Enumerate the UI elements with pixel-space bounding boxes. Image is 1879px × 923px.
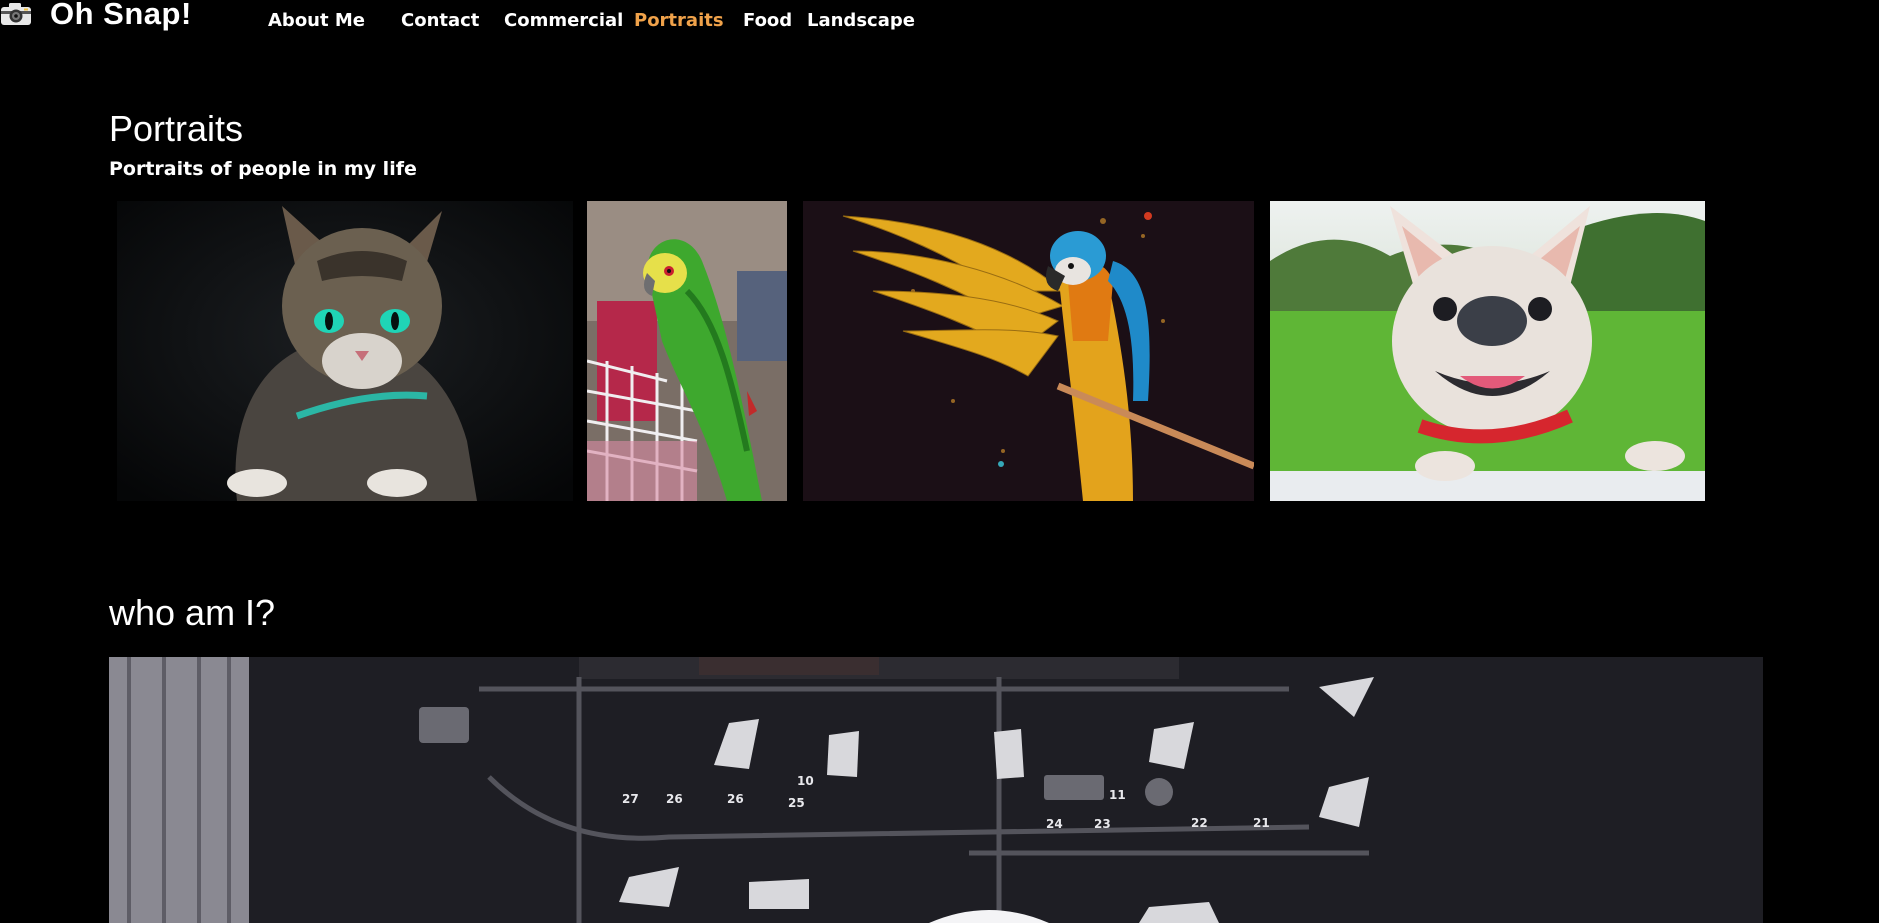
about-title: who am I?: [109, 592, 276, 633]
nav-landscape[interactable]: Landscape: [807, 10, 915, 31]
nav-food[interactable]: Food: [743, 10, 792, 31]
site-title[interactable]: Oh Snap!: [50, 0, 192, 32]
nav-portraits[interactable]: Portraits: [634, 10, 724, 31]
photo-cat[interactable]: [117, 201, 573, 501]
rig-label: 26: [727, 792, 744, 806]
rig-label: 27: [622, 792, 639, 806]
rig-label: 25: [788, 796, 805, 810]
camera-icon[interactable]: [0, 2, 32, 26]
rig-label: 24: [1046, 817, 1063, 831]
photo-green-parrot[interactable]: [587, 201, 787, 501]
rig-label: 26: [666, 792, 683, 806]
rig-label: 22: [1191, 816, 1208, 830]
nav-commercial[interactable]: Commercial: [504, 10, 623, 31]
rig-label: 10: [797, 774, 814, 788]
nav-contact[interactable]: Contact: [401, 10, 479, 31]
nav-about-me[interactable]: About Me: [268, 10, 365, 31]
photo-macaw[interactable]: [803, 201, 1254, 501]
section-subtitle: Portraits of people in my life: [109, 158, 417, 180]
section-title: Portraits: [109, 108, 244, 149]
rig-label: 11: [1109, 788, 1126, 802]
rig-label: 23: [1094, 817, 1111, 831]
photo-bulldog[interactable]: [1270, 201, 1705, 501]
photo-studio[interactable]: 10 27 26 26 25 11 24 23 22 21: [109, 657, 1763, 923]
page: Oh Snap! About Me Contact Commercial Por…: [0, 0, 1879, 923]
rig-label: 21: [1253, 816, 1270, 830]
